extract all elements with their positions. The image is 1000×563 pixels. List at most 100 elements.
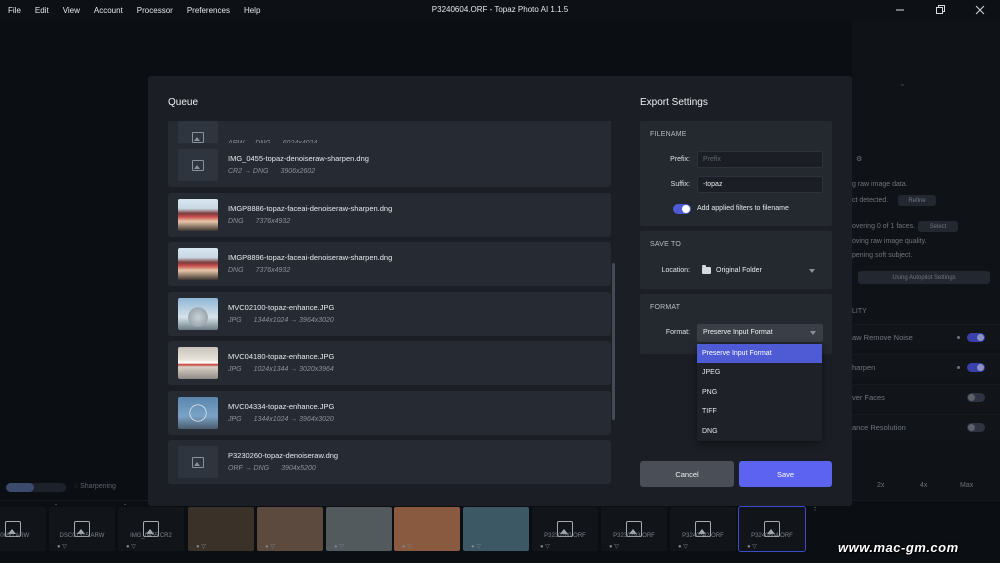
- bg-panel-text: g raw image data.: [852, 181, 908, 188]
- menu-edit[interactable]: Edit: [28, 6, 56, 15]
- filter-label: aw Remove Noise: [852, 333, 913, 342]
- format-option[interactable]: PNG: [697, 383, 822, 402]
- queue-item-format: JPG: [228, 416, 242, 423]
- queue-item-format: DNG: [228, 218, 244, 225]
- queue-item-format: JPG: [228, 366, 242, 373]
- format-option[interactable]: DNG: [697, 422, 822, 441]
- filmstrip-status-icons: ● ▽: [334, 544, 344, 550]
- queue-item[interactable]: IMGP8886-topaz-faceai-denoiseraw-sharpen…: [168, 193, 611, 237]
- queue-item[interactable]: P3230260-topaz-denoiseraw.dng ORF → DNG 39…: [168, 440, 611, 484]
- queue-item-meta: JPG 1344x1024 → 3964x3020: [228, 317, 334, 324]
- queue-item-name: IMGP8896-topaz-faceai-denoiseraw-sharpen…: [228, 253, 393, 262]
- queue-title: Queue: [168, 97, 199, 108]
- queue-item-meta: DNG 7376x4932: [228, 218, 290, 225]
- format-label: Format:: [665, 329, 690, 336]
- bg-panel-text: oving raw image quality.: [852, 238, 927, 245]
- format-option[interactable]: TIFF: [697, 402, 822, 421]
- progress-fill: [6, 483, 35, 492]
- queue-item[interactable]: IMGP8896-topaz-faceai-denoiseraw-sharpen…: [168, 242, 611, 286]
- filmstrip-label: DSC01315.ARW: [59, 533, 105, 539]
- image-placeholder-icon: [178, 149, 218, 181]
- filmstrip-label: 00650.ARW: [0, 533, 30, 539]
- filmstrip-label: IMG_0455.CR2: [130, 533, 172, 539]
- queue-item-name: MVC04334-topaz-enhance.JPG: [228, 402, 335, 411]
- queue-item[interactable]: MVC04180-topaz-enhance.JPG JPG 1024x1344 →…: [168, 341, 611, 385]
- filmstrip-status-icons: ● ▽: [57, 544, 67, 550]
- section-label: LITY: [852, 308, 867, 315]
- filter-toggle[interactable]: [967, 393, 985, 402]
- status-dot: [957, 366, 960, 369]
- suffix-label: Suffix:: [670, 181, 690, 188]
- filter-toggle[interactable]: [967, 333, 985, 342]
- maximize-button[interactable]: [920, 0, 960, 20]
- format-select[interactable]: Preserve Input Format: [697, 324, 823, 342]
- queue-item-meta: JPG 1344x1024 → 3964x3020: [228, 416, 334, 423]
- zoom-option[interactable]: 4x: [920, 482, 927, 489]
- image-thumbnail: [178, 248, 218, 280]
- save-to-card: SAVE TO Location: Original Folder: [640, 231, 832, 289]
- chevron-down-icon[interactable]: [810, 331, 816, 335]
- format-option[interactable]: Preserve Input Format: [697, 344, 822, 363]
- filter-toggle[interactable]: [967, 423, 985, 432]
- save-button[interactable]: Save: [739, 461, 832, 487]
- menu-help[interactable]: Help: [237, 6, 267, 15]
- format-dropdown: Preserve Input Format JPEG PNG TIFF DNG: [697, 344, 822, 441]
- queue-scrollbar[interactable]: [612, 263, 615, 420]
- autopilot-button[interactable]: Using Autopilot Settings: [858, 271, 990, 284]
- select-button[interactable]: Select: [918, 221, 958, 232]
- menu-account[interactable]: Account: [87, 6, 130, 15]
- bg-panel-text: pening soft subject.: [852, 252, 913, 259]
- filmstrip-label: P3230260.ORF: [544, 533, 586, 539]
- filmstrip-label: P3230293.ORF: [613, 533, 655, 539]
- filmstrip-status-icons: ● ▽: [126, 544, 136, 550]
- filter-label: ance Resolution: [852, 423, 906, 432]
- suffix-input[interactable]: -topaz: [697, 176, 823, 193]
- queue-item-dimensions: 3906x2602: [280, 168, 316, 175]
- format-section-title: FORMAT: [650, 304, 681, 311]
- format-option[interactable]: JPEG: [697, 363, 822, 382]
- watermark-text: www.mac-gm.com: [838, 540, 959, 555]
- chevron-down-icon[interactable]: [809, 269, 815, 273]
- progress-bar: [6, 483, 66, 492]
- filmstrip-thumbnail[interactable]: [0, 507, 46, 551]
- filmstrip-status-icons: ● ▽: [540, 544, 550, 550]
- refine-button[interactable]: Refine: [898, 195, 936, 206]
- menu-processor[interactable]: Processor: [130, 6, 180, 15]
- export-dialog: Queue ARW → DNG6024x4024IMG_0455-topaz-d…: [148, 76, 852, 506]
- location-select[interactable]: Original Folder: [702, 265, 762, 274]
- progress-label: ◌ Sharpening: [74, 483, 116, 490]
- queue-item[interactable]: MVC02100-topaz-enhance.JPG JPG 1344x1024 →…: [168, 292, 611, 336]
- filter-toggle[interactable]: [967, 363, 985, 372]
- zoom-option[interactable]: Max: [960, 482, 973, 489]
- image-thumbnail: [178, 298, 218, 330]
- queue-item-dimensions: 1344x1024 → 3964x3020: [253, 317, 334, 324]
- expand-icon: ▫: [901, 82, 904, 89]
- menu-preferences[interactable]: Preferences: [180, 6, 237, 15]
- queue-list[interactable]: ARW → DNG6024x4024IMG_0455-topaz-denoise…: [168, 121, 611, 486]
- filter-filename-label: Add applied filters to filename: [697, 205, 789, 212]
- minimize-button[interactable]: [880, 0, 920, 20]
- close-window-button[interactable]: [960, 0, 1000, 20]
- filename-card: FILENAME Prefix: Prefix Suffix: -topaz A…: [640, 121, 832, 226]
- image-icon: [192, 456, 204, 468]
- menubar: File Edit View Account Processor Prefere…: [0, 0, 1000, 20]
- queue-item-name: IMG_0455-topaz-denoiseraw-sharpen.dng: [228, 154, 369, 163]
- prefix-input[interactable]: Prefix: [697, 151, 823, 168]
- cancel-button[interactable]: Cancel: [640, 461, 734, 487]
- queue-item[interactable]: IMG_0455-topaz-denoiseraw-sharpen.dng CR2…: [168, 143, 611, 187]
- image-thumbnail: [178, 397, 218, 429]
- queue-item-meta: ORF → DNG 3904x5200: [228, 465, 316, 472]
- queue-item-format: CR2 → DNG: [228, 168, 269, 175]
- filter-filename-toggle[interactable]: [673, 204, 691, 214]
- filmstrip-status-icons: ● ▽: [678, 544, 688, 550]
- queue-item[interactable]: MVC04334-topaz-enhance.JPG JPG 1344x1024 →…: [168, 391, 611, 435]
- filmstrip-status-icons: ● ▽: [747, 544, 757, 550]
- filmstrip-label: P3240342.ORF: [682, 533, 724, 539]
- zoom-option[interactable]: 2x: [877, 482, 884, 489]
- gear-icon: ⚙: [856, 156, 863, 163]
- close-icon: [975, 5, 985, 15]
- bg-panel-text: ct detected.: [852, 197, 889, 204]
- location-label: Location:: [661, 267, 690, 274]
- menu-view[interactable]: View: [56, 6, 87, 15]
- menu-file[interactable]: File: [0, 6, 28, 15]
